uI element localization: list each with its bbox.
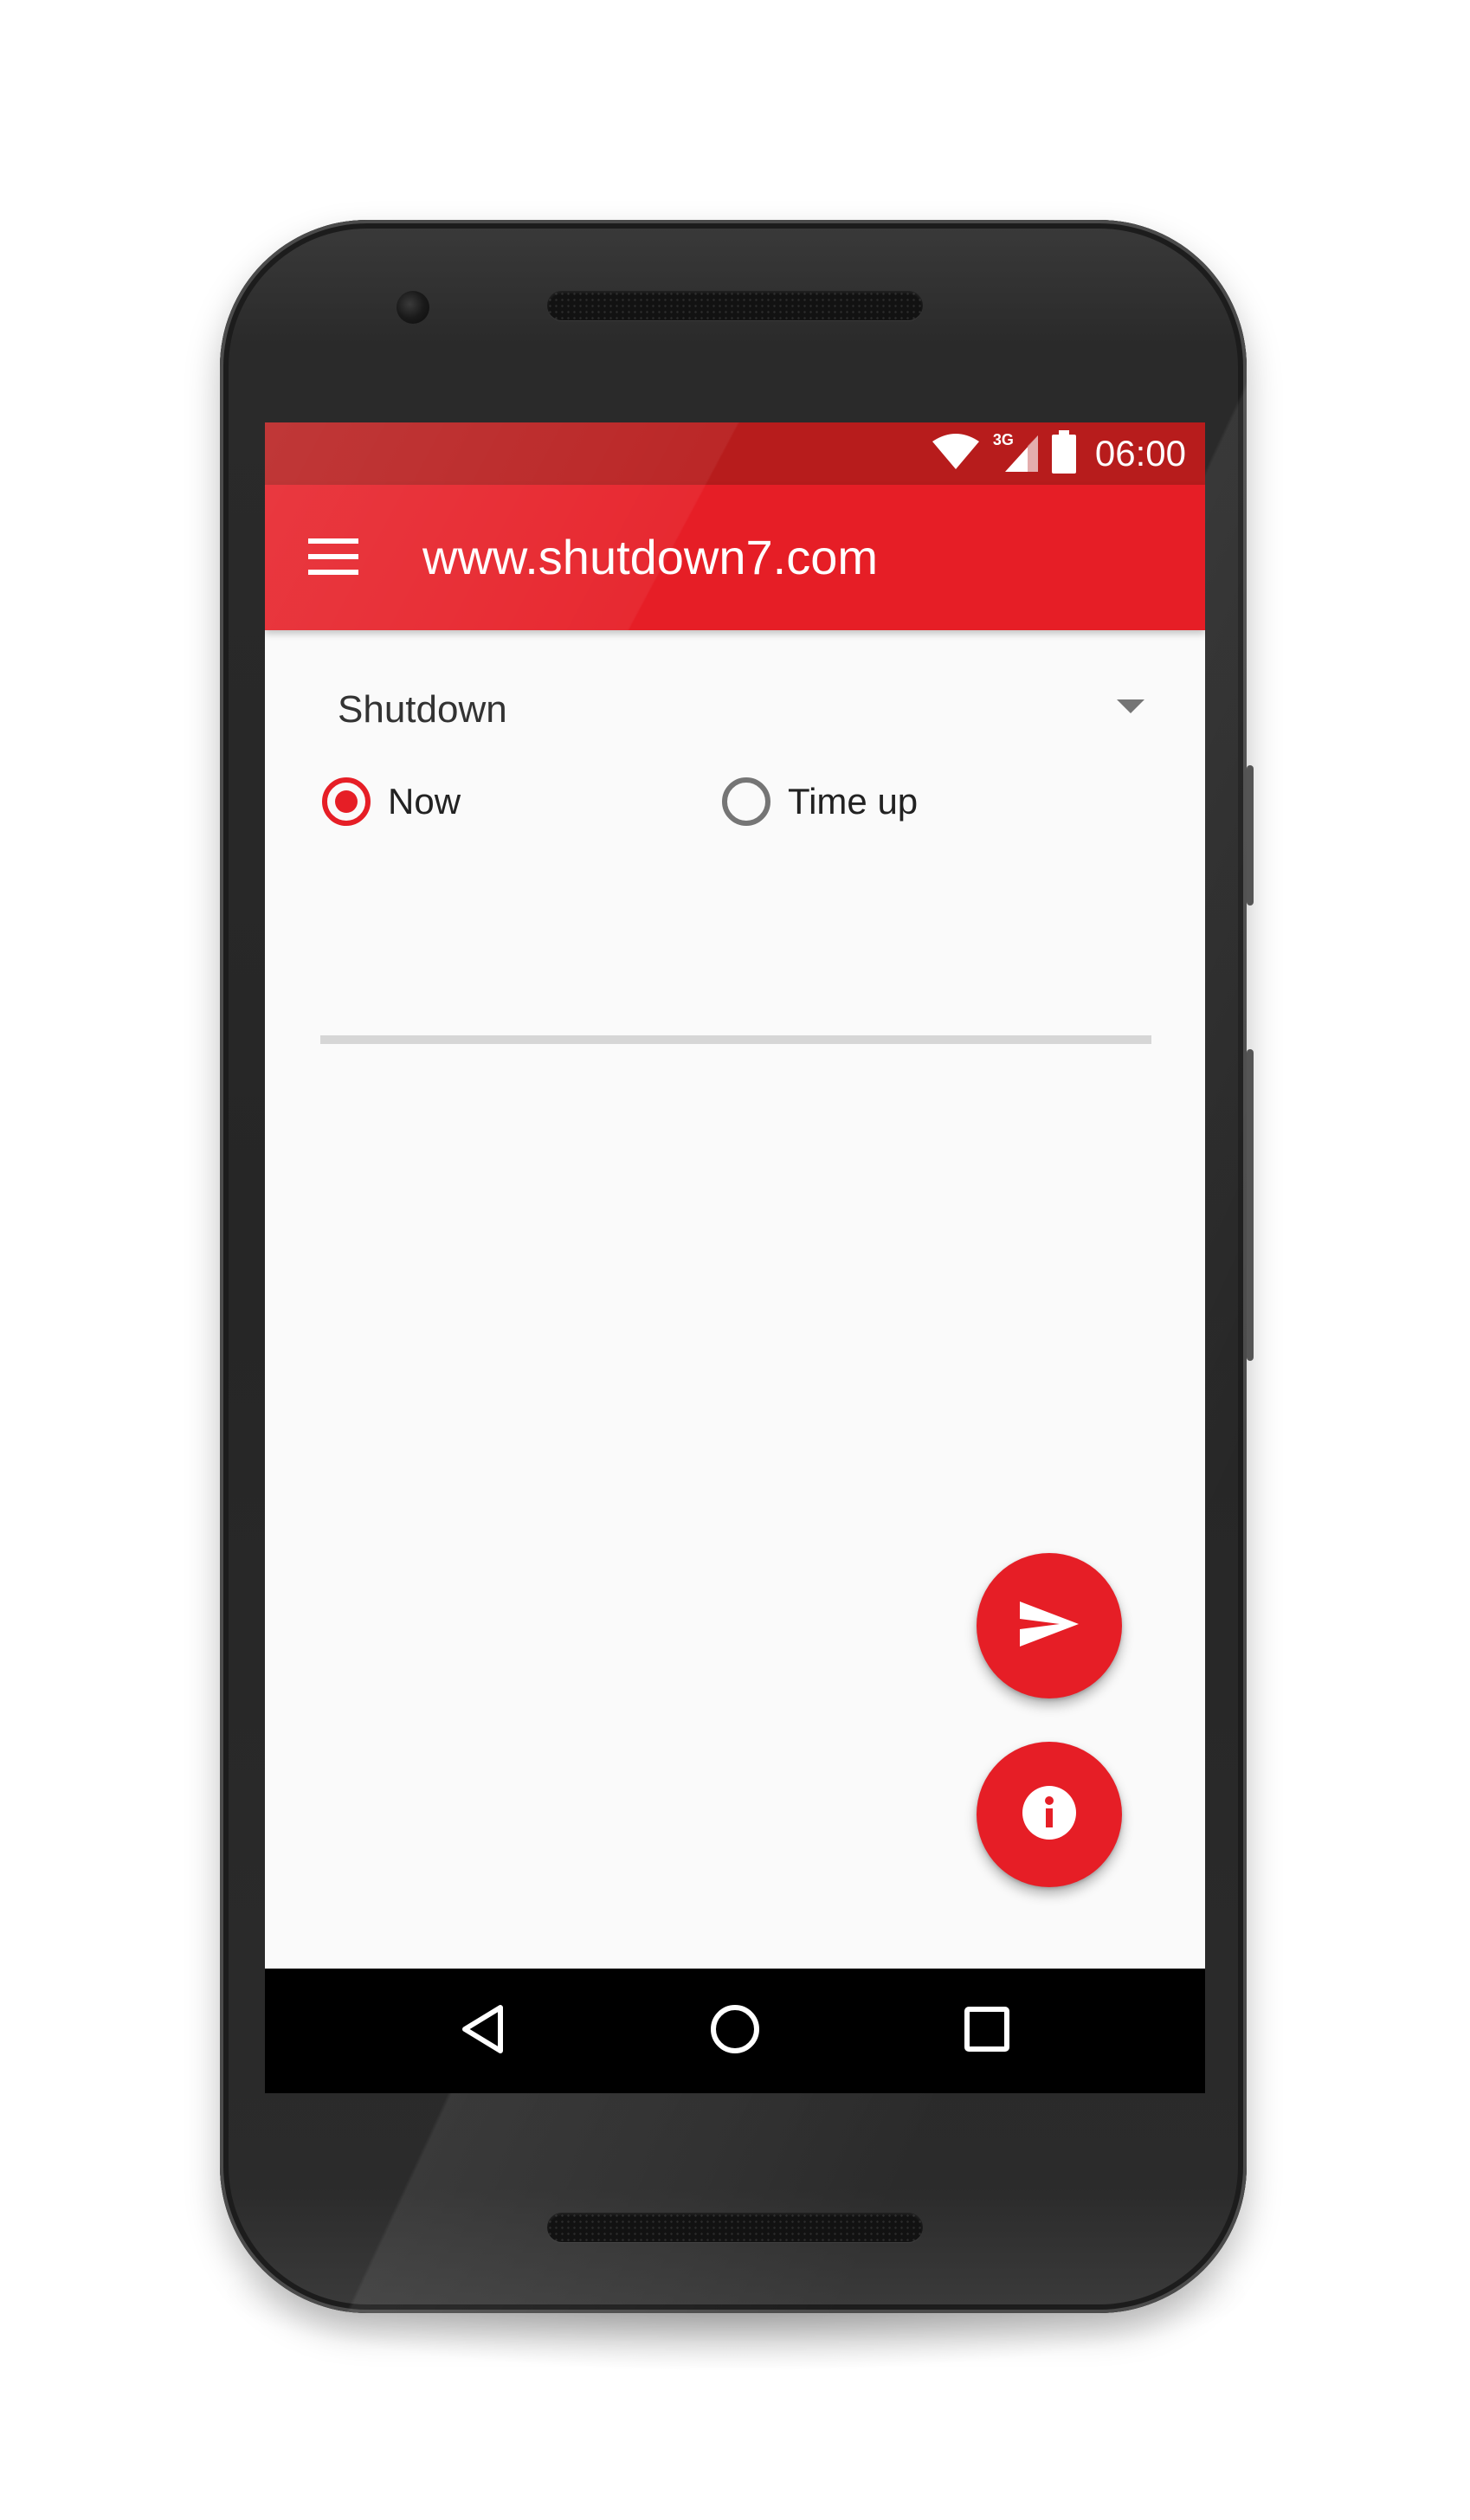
send-icon bbox=[1018, 1598, 1080, 1654]
wifi-icon bbox=[931, 433, 981, 475]
dropdown-arrow-icon bbox=[1117, 699, 1144, 713]
power-button bbox=[1247, 765, 1254, 906]
spinner-selected-value: Shutdown bbox=[338, 688, 507, 731]
status-bar: 3G 06:00 bbox=[265, 422, 1205, 485]
nav-recents-button[interactable] bbox=[952, 1996, 1022, 2066]
menu-button[interactable] bbox=[305, 530, 362, 587]
front-camera bbox=[397, 291, 429, 324]
nav-back-button[interactable] bbox=[448, 1996, 518, 2066]
radio-time-up[interactable]: Time up bbox=[722, 767, 918, 836]
top-speaker-grille bbox=[547, 291, 923, 320]
recents-icon bbox=[963, 2005, 1011, 2058]
app-screen: 3G 06:00 www.shutdown7.com Shutdown Now … bbox=[265, 422, 1205, 2093]
bottom-speaker-grille bbox=[547, 2213, 923, 2242]
app-toolbar: www.shutdown7.com bbox=[265, 485, 1205, 630]
info-icon bbox=[1022, 1785, 1076, 1844]
home-icon bbox=[709, 2003, 761, 2059]
volume-rocker bbox=[1247, 1049, 1254, 1361]
radio-label-time-up: Time up bbox=[788, 781, 919, 822]
device-mockup: 3G 06:00 www.shutdown7.com Shutdown Now … bbox=[0, 0, 1470, 2520]
radio-now[interactable]: Now bbox=[322, 767, 461, 836]
nav-home-button[interactable] bbox=[700, 1996, 770, 2066]
back-icon bbox=[459, 2003, 507, 2059]
action-spinner[interactable]: Shutdown bbox=[317, 675, 1153, 744]
hamburger-menu-icon bbox=[308, 538, 358, 579]
status-clock: 06:00 bbox=[1094, 433, 1186, 474]
cellular-signal-icon: 3G bbox=[993, 432, 1040, 475]
info-button[interactable] bbox=[977, 1742, 1122, 1887]
send-button[interactable] bbox=[977, 1553, 1122, 1698]
radio-label-now: Now bbox=[388, 781, 461, 822]
radio-unchecked-icon bbox=[722, 777, 770, 826]
navigation-bar bbox=[265, 1969, 1205, 2093]
radio-checked-icon bbox=[322, 777, 371, 826]
input-underline[interactable] bbox=[320, 1035, 1151, 1044]
toolbar-title: www.shutdown7.com bbox=[422, 530, 879, 584]
battery-icon bbox=[1051, 429, 1076, 478]
